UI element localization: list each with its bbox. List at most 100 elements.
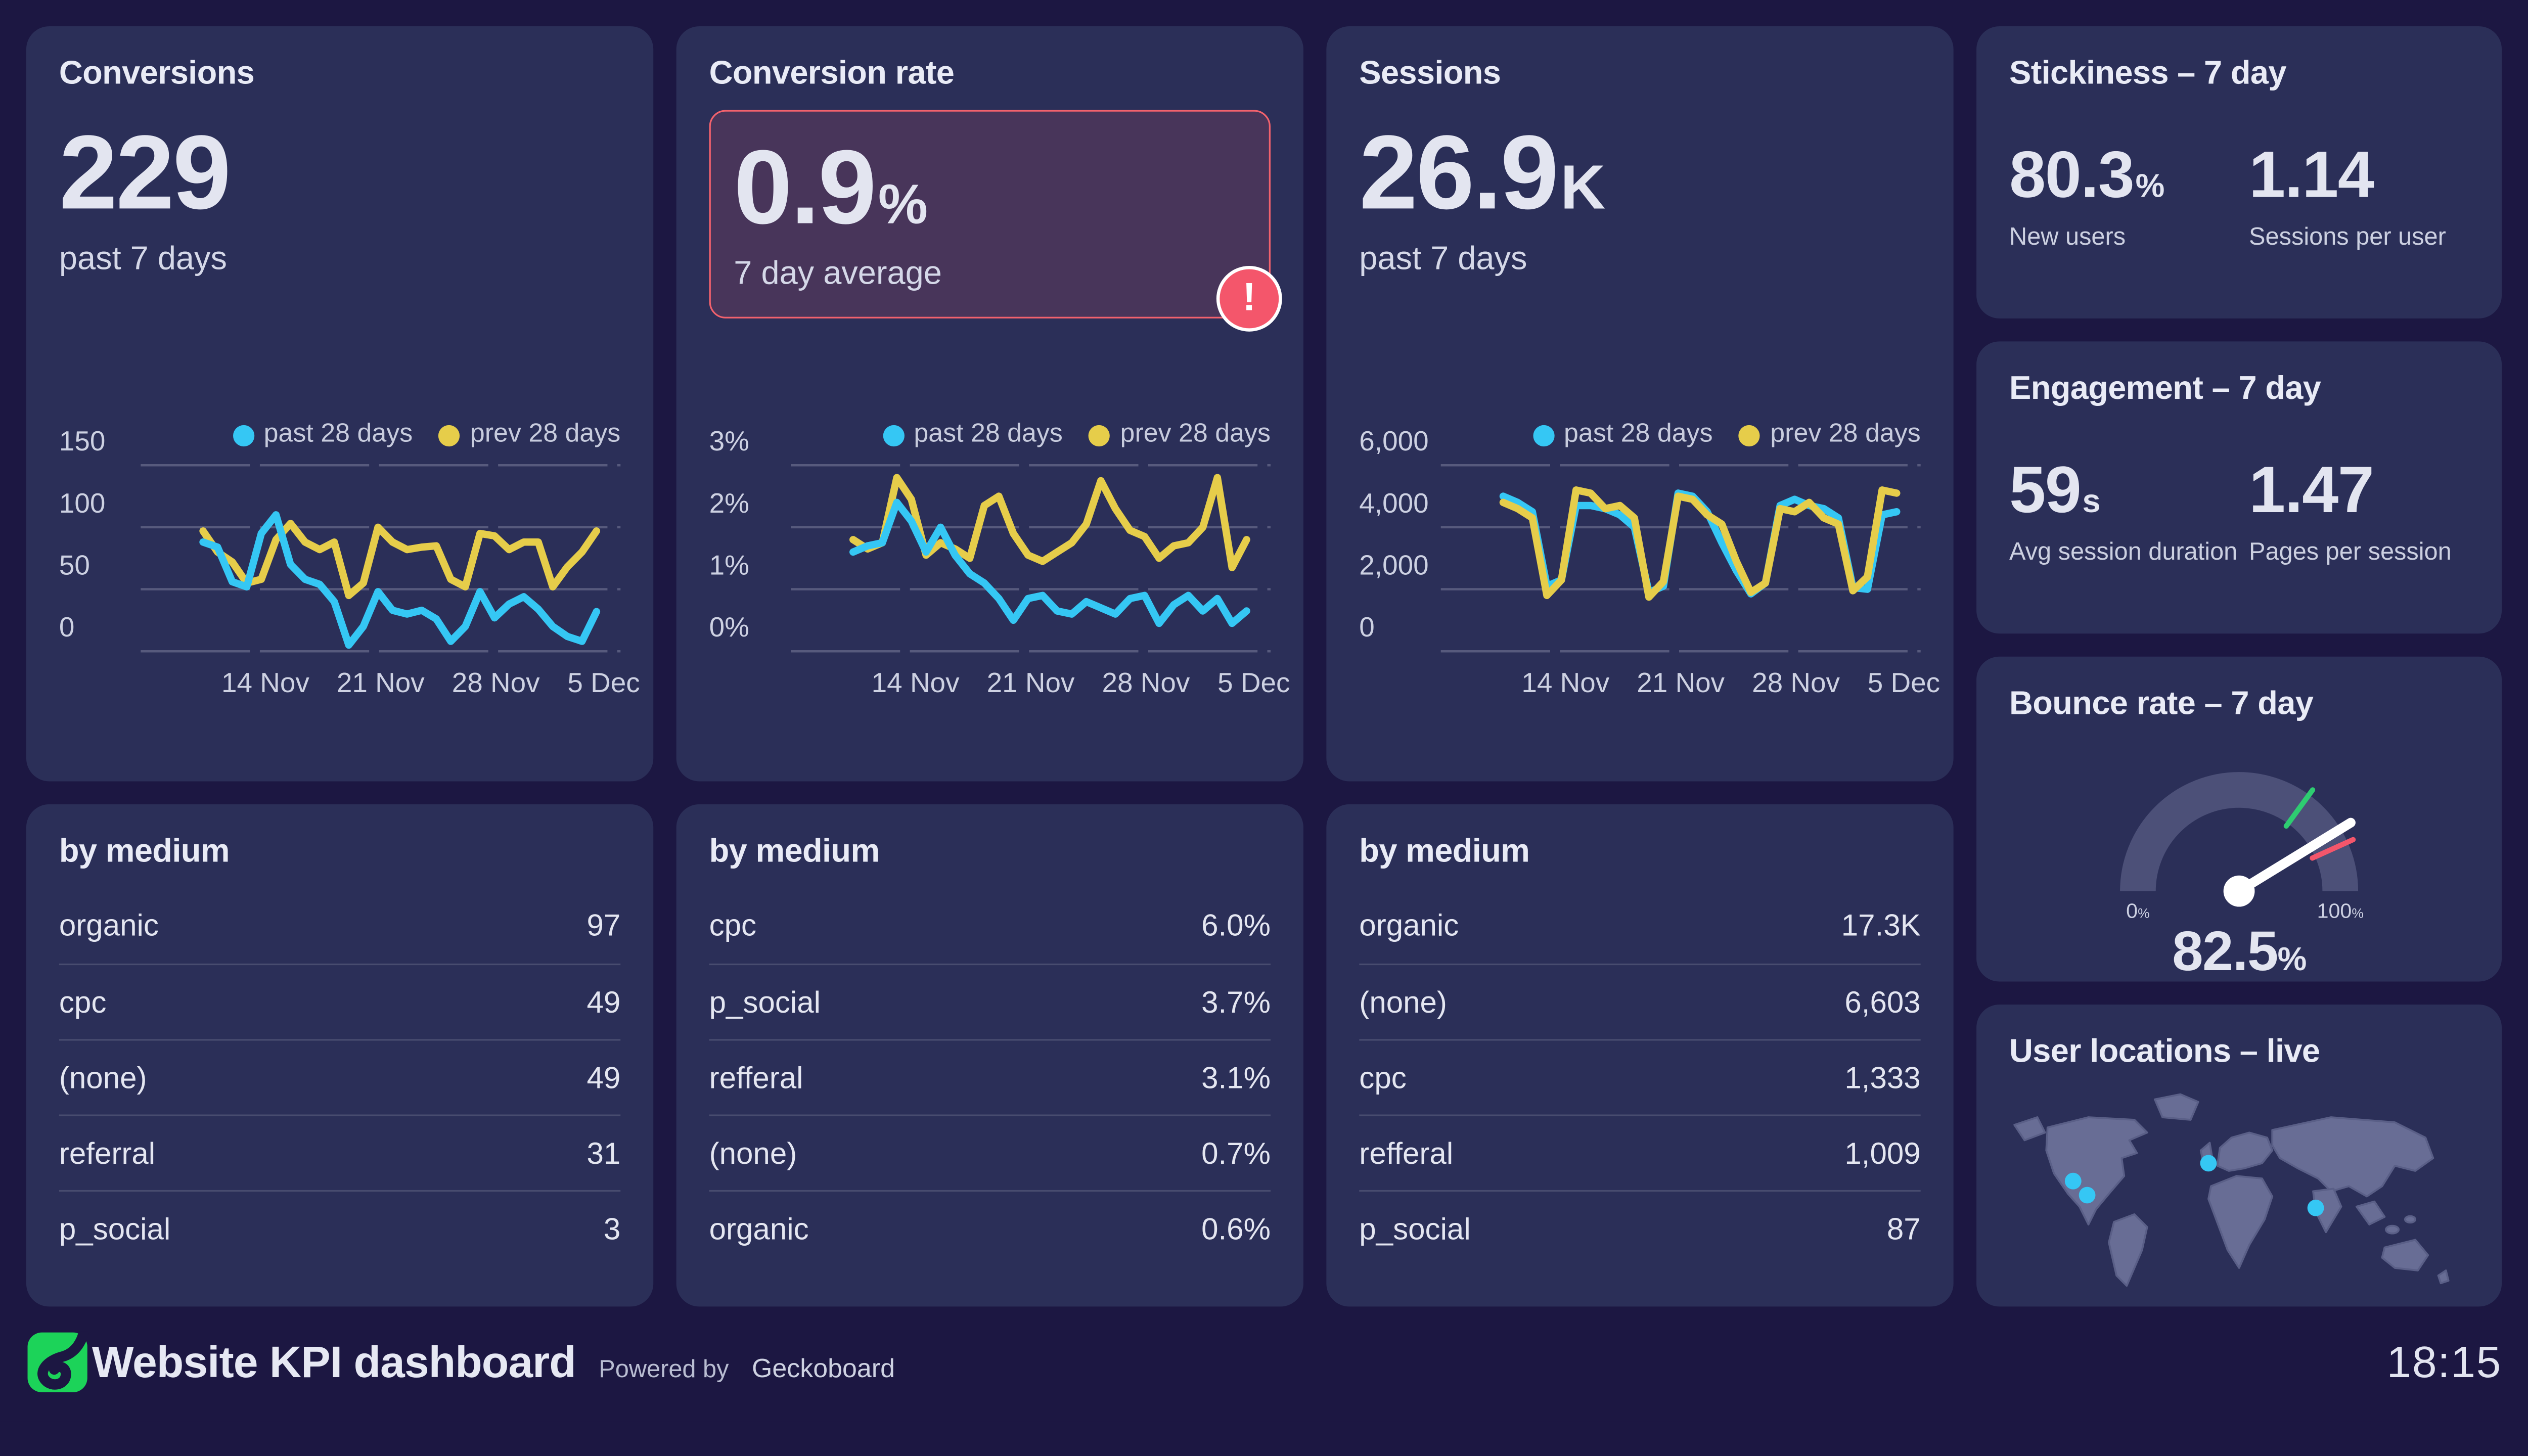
legend-label: prev 28 days — [470, 420, 621, 448]
row-value: 87 — [1886, 1210, 1921, 1245]
card-title: Conversion rate — [709, 56, 955, 92]
card-by-medium-conversion-rate: by medium cpc 6.0% p_social 3.7% refferal 3.1… — [676, 804, 1303, 1307]
card-title: by medium — [59, 834, 230, 870]
table-row: organic 17.3K — [1359, 888, 1920, 963]
side-column: Stickiness – 7 day 80.3% New users 1.14 … — [1976, 26, 2502, 1307]
user-location-dot — [2200, 1155, 2217, 1172]
table-row: cpc 1,333 — [1359, 1039, 1921, 1114]
kpi-value-block: 229 — [59, 120, 620, 225]
series-past-28-days — [849, 498, 1250, 627]
kpi-grid: Conversions 229 past 7 days past 28 days… — [26, 26, 1954, 1307]
metric-avg-session-duration: 59 s Avg session duration — [2009, 458, 2239, 566]
metric-label: New users — [2009, 223, 2126, 251]
row-label: referral — [59, 1135, 156, 1170]
footer: Website KPI dashboard Powered by Geckobo… — [26, 1330, 2502, 1395]
x-tick-label: 14 Nov — [872, 667, 960, 698]
gauge-svg: 0% 100% — [2120, 772, 2364, 923]
legend-label: past 28 days — [1564, 420, 1713, 448]
bounce-gauge: 0% 100% — [2009, 727, 2469, 924]
line-chart: 3% 2% 1% 0% 14 Nov 21 Nov 28 Nov 5 Dec — [709, 425, 1290, 698]
line-chart: 150 100 50 0 14 Nov 21 Nov 28 Nov 5 Dec — [59, 425, 640, 698]
card-by-medium-sessions: by medium organic 17.3K (none) 6,603 cpc 1,33… — [1326, 804, 1954, 1307]
card-sessions: Sessions 26.9 K past 7 days past 28 days p… — [1326, 26, 1954, 782]
conversions-chart-svg: 150 100 50 0 14 Nov 21 Nov 28 Nov 5 Dec — [59, 417, 640, 755]
x-tick-label: 28 Nov — [1102, 667, 1190, 698]
row-label: (none) — [1359, 984, 1447, 1019]
alert-exclamation: ! — [1242, 276, 1256, 321]
table-row: refferal 3.1% — [709, 1039, 1271, 1114]
metric-label: Pages per session — [2249, 538, 2452, 567]
conversion-rate-chart: past 28 days prev 28 days 3% 2% 1% 0% 14 Nov 2… — [709, 417, 1290, 755]
x-tick-label: 14 Nov — [221, 667, 309, 698]
metric-number: 80.3 — [2009, 139, 2135, 212]
y-tick-label: 2,000 — [1359, 549, 1428, 580]
kpi-value: 229 — [59, 113, 231, 232]
row-label: organic — [59, 907, 159, 942]
alert-icon[interactable]: ! — [1216, 265, 1282, 332]
x-tick-label: 28 Nov — [452, 667, 540, 698]
legend-label: prev 28 days — [1770, 420, 1921, 448]
metric-value: 59 s — [2009, 458, 2239, 524]
row-value: 0.7% — [1201, 1135, 1271, 1170]
legend-label: past 28 days — [914, 420, 1063, 448]
legend-item: past 28 days — [1532, 420, 1713, 449]
table-row: (none) 49 — [59, 1039, 621, 1114]
legend-label: past 28 days — [263, 420, 413, 448]
metric-value: 80.3% — [2009, 143, 2239, 208]
series-prev-28-days — [1499, 486, 1901, 601]
row-value: 6,603 — [1844, 984, 1921, 1019]
medium-table: cpc 6.0% p_social 3.7% refferal 3.1% (none) 0.7… — [709, 888, 1271, 1265]
row-value: 6.0% — [1201, 907, 1271, 942]
card-by-medium-conversions: by medium organic 97 cpc 49 (none) 49 referral… — [26, 804, 654, 1307]
metric-unit: % — [2135, 169, 2165, 205]
conversions-chart: past 28 days prev 28 days 150 100 50 0 14 Nov… — [59, 417, 640, 755]
conversion-rate-chart-svg: 3% 2% 1% 0% 14 Nov 21 Nov 28 Nov 5 Dec — [709, 417, 1290, 755]
table-row: (none) 0.7% — [709, 1114, 1271, 1190]
gauge-hub — [2223, 875, 2255, 907]
table-row: cpc 6.0% — [709, 888, 1271, 963]
kpi-value: 0.9 — [734, 128, 876, 247]
x-tick-label: 14 Nov — [1521, 667, 1609, 698]
table-row: p_social 87 — [1359, 1190, 1921, 1265]
kpi-value: 26.9 — [1359, 113, 1559, 232]
world-map-svg — [2013, 1093, 2450, 1287]
dashboard-body: Conversions 229 past 7 days past 28 days… — [26, 26, 2502, 1307]
medium-table: organic 17.3K (none) 6,603 cpc 1,333 refferal 1… — [1359, 888, 1921, 1265]
chart-legend: past 28 days prev 28 days — [1532, 420, 1921, 449]
row-label: p_social — [1359, 1210, 1471, 1245]
gauge-min-label: 0% — [2126, 899, 2149, 923]
card-conversion-rate: Conversion rate 0.9% 7 day average ! pas… — [676, 26, 1303, 782]
bounce-unit: % — [2277, 942, 2307, 979]
kpi-value-block: 26.9 K — [1359, 120, 1920, 225]
gauge-max-label: 100% — [2317, 899, 2364, 923]
x-tick-label: 21 Nov — [1637, 667, 1725, 698]
sessions-chart: past 28 days prev 28 days 6,000 4,000 2,000… — [1359, 417, 1940, 755]
card-bounce-rate: Bounce rate – 7 day 0% 100% 82.5% — [1976, 656, 2502, 983]
geckoboard-brand[interactable]: Geckoboard — [752, 1355, 895, 1384]
card-title: Sessions — [1359, 56, 1501, 92]
card-title: Conversions — [59, 56, 255, 92]
user-location-dot — [2307, 1199, 2324, 1216]
x-tick-label: 21 Nov — [987, 667, 1075, 698]
metric-sessions-per-user: 1.14 Sessions per user — [2239, 143, 2469, 251]
y-tick-label: 100 — [59, 487, 106, 519]
row-label: organic — [1359, 907, 1459, 942]
row-value: 0.6% — [1201, 1210, 1271, 1245]
card-title: by medium — [709, 834, 880, 870]
x-tick-label: 5 Dec — [1868, 667, 1940, 698]
footer-brandline: Website KPI dashboard Powered by Geckobo… — [88, 1337, 895, 1388]
card-title: by medium — [1359, 834, 1530, 870]
metric-number: 1.47 — [2249, 454, 2374, 527]
card-title: User locations – live — [2009, 1034, 2320, 1070]
row-label: p_social — [59, 1210, 171, 1245]
legend-item: prev 28 days — [1089, 420, 1271, 449]
bounce-number: 82.5 — [2172, 921, 2278, 983]
row-value: 97 — [586, 907, 621, 942]
table-row: p_social 3.7% — [709, 963, 1271, 1039]
metric-value: 1.47 — [2249, 458, 2469, 524]
legend-dot-icon — [232, 424, 254, 446]
row-label: cpc — [709, 907, 757, 942]
metric-unit: s — [2082, 484, 2101, 521]
sessions-chart-svg: 6,000 4,000 2,000 0 14 Nov 21 Nov 28 Nov 5 Dec — [1359, 417, 1940, 755]
legend-dot-icon — [1089, 424, 1111, 446]
